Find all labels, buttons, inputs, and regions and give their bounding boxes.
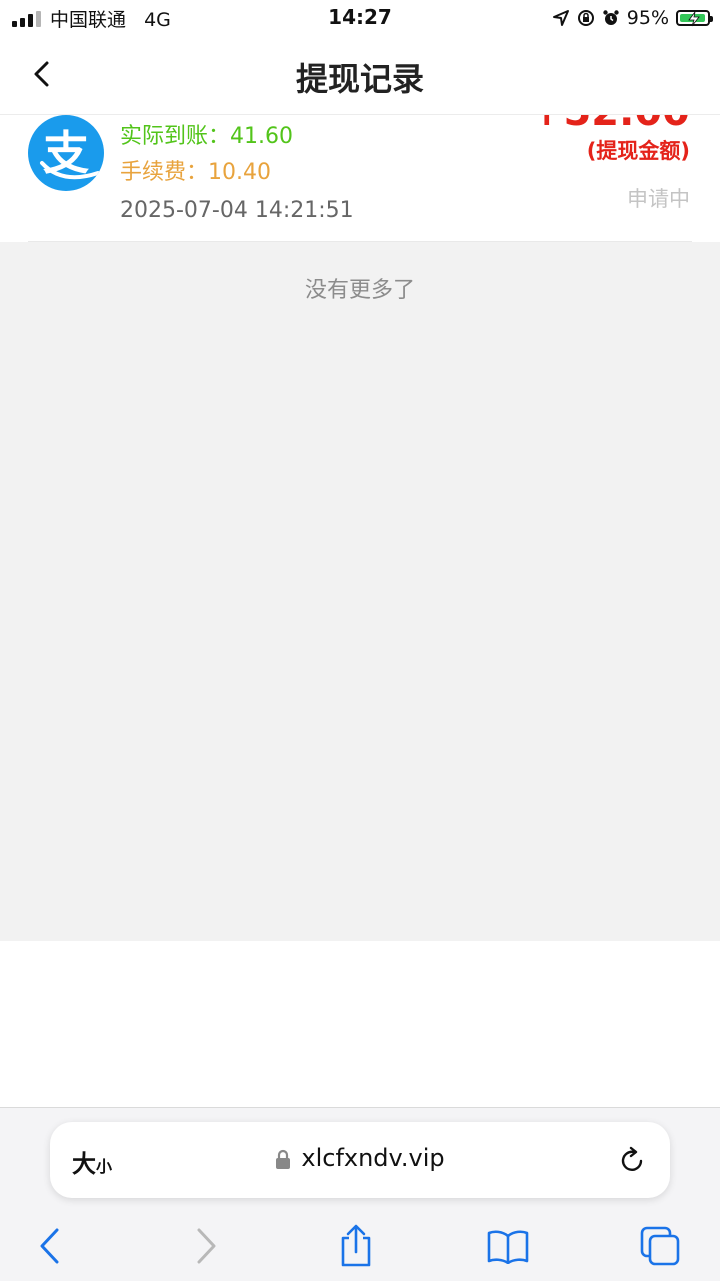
alipay-logo-mark: 支 xyxy=(40,126,100,180)
bookmarks-button[interactable] xyxy=(486,1224,530,1268)
service-fee: 手续费：10.40 xyxy=(120,160,271,185)
location-icon xyxy=(552,10,569,26)
withdrawal-record[interactable]: 支 实际到账：41.60 手续费：10.40 2025-07-04 14:21:… xyxy=(0,115,720,242)
share-icon xyxy=(341,1224,371,1267)
record-timestamp: 2025-07-04 14:21:51 xyxy=(120,198,354,223)
browser-forward-button[interactable] xyxy=(184,1224,228,1268)
share-button[interactable] xyxy=(334,1224,378,1268)
withdrawal-amount-label: (提现金额) xyxy=(586,139,690,163)
browser-toolbar: 大小 xlcfxndv.vip xyxy=(0,1107,720,1281)
url-display[interactable]: xlcfxndv.vip xyxy=(50,1144,670,1172)
tabs-button[interactable] xyxy=(638,1224,682,1268)
record-status: 申请中 xyxy=(627,187,690,211)
alarm-icon xyxy=(603,10,619,25)
reload-icon[interactable] xyxy=(616,1144,648,1176)
actual-arrival: 实际到账：41.60 xyxy=(120,124,293,149)
address-bar[interactable]: 大小 xlcfxndv.vip xyxy=(50,1122,670,1198)
book-icon xyxy=(487,1230,529,1264)
url-text: xlcfxndv.vip xyxy=(301,1144,445,1172)
alipay-icon: 支 xyxy=(28,115,104,191)
withdrawal-amount: +52.00 xyxy=(530,115,690,135)
withdrawal-list[interactable]: 支 实际到账：41.60 手续费：10.40 2025-07-04 14:21:… xyxy=(0,115,720,941)
browser-back-button[interactable] xyxy=(28,1224,72,1268)
status-right-group: 95% xyxy=(552,5,713,31)
lock-icon xyxy=(276,1149,291,1169)
nav-header: 提现记录 xyxy=(0,36,720,115)
chevron-right-icon xyxy=(197,1228,216,1264)
rotation-lock-icon xyxy=(577,10,594,26)
battery-percent: 95% xyxy=(626,7,669,29)
no-more-text: 没有更多了 xyxy=(304,278,415,303)
status-bar: 中国联通 4G 14:27 95% xyxy=(0,0,720,36)
charging-bolt-icon xyxy=(688,11,700,27)
chevron-left-icon xyxy=(40,1228,59,1264)
page-title: 提现记录 xyxy=(295,60,424,98)
battery-icon xyxy=(676,10,713,27)
tabs-icon xyxy=(640,1226,680,1266)
record-divider xyxy=(28,241,692,242)
